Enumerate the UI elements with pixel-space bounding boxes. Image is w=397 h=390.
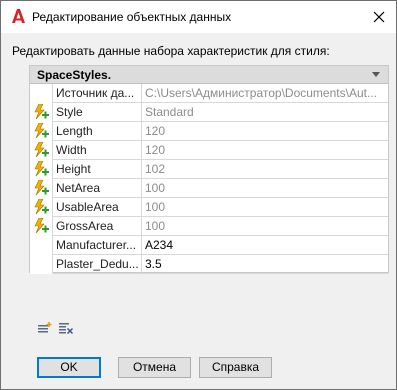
property-grid: SpaceStyles. Источник да... C:\Users\Адми… bbox=[29, 65, 389, 274]
auto-property-icon bbox=[32, 141, 50, 159]
property-name: Length bbox=[52, 122, 142, 141]
row-gutter bbox=[30, 236, 52, 255]
property-set-name: SpaceStyles. bbox=[37, 68, 112, 82]
property-rows: Источник да... C:\Users\Администратор\Doc… bbox=[30, 84, 388, 274]
help-button[interactable]: Справка bbox=[199, 357, 272, 378]
close-icon bbox=[373, 11, 385, 22]
auto-property-icon bbox=[32, 198, 50, 216]
ok-button[interactable]: OK bbox=[37, 357, 101, 378]
row-gutter bbox=[30, 255, 52, 274]
row-gutter bbox=[30, 160, 52, 179]
property-set-header[interactable]: SpaceStyles. bbox=[30, 66, 388, 84]
property-name: Height bbox=[52, 160, 142, 179]
dialog-window: Редактирование объектных данных Редактир… bbox=[0, 0, 397, 390]
property-name: Style bbox=[52, 103, 142, 122]
row-gutter bbox=[30, 122, 52, 141]
auto-property-icon bbox=[32, 179, 50, 197]
property-value: 100 bbox=[145, 219, 166, 233]
autocad-a-icon bbox=[10, 8, 26, 24]
property-value: 100 bbox=[145, 181, 166, 195]
property-name: Источник да... bbox=[52, 84, 142, 103]
row-gutter bbox=[30, 198, 52, 217]
property-row: Length 120 bbox=[30, 122, 388, 141]
property-row: Manufacturer... A234 bbox=[30, 236, 388, 255]
property-name: GrossArea bbox=[52, 217, 142, 236]
chevron-down-icon[interactable] bbox=[372, 72, 380, 77]
add-property-set-icon[interactable] bbox=[37, 321, 53, 335]
remove-property-set-icon[interactable] bbox=[58, 321, 74, 335]
title-bar: Редактирование объектных данных bbox=[1, 1, 396, 33]
close-button[interactable] bbox=[362, 1, 396, 32]
property-value: Standard bbox=[145, 105, 194, 119]
property-row: Style Standard bbox=[30, 103, 388, 122]
auto-property-icon bbox=[32, 217, 50, 235]
property-row: NetArea 100 bbox=[30, 179, 388, 198]
property-value: 102 bbox=[145, 162, 166, 176]
row-gutter bbox=[30, 179, 52, 198]
auto-property-icon bbox=[32, 160, 50, 178]
row-gutter bbox=[30, 217, 52, 236]
row-gutter bbox=[30, 103, 52, 122]
property-row: Width 120 bbox=[30, 141, 388, 160]
property-name: UsableArea bbox=[52, 198, 142, 217]
window-title: Редактирование объектных данных bbox=[32, 10, 232, 24]
property-row: Plaster_Dedu... 3.5 bbox=[30, 255, 388, 274]
property-name: NetArea bbox=[52, 179, 142, 198]
property-name: Plaster_Dedu... bbox=[52, 255, 142, 274]
property-value: 120 bbox=[145, 143, 166, 157]
row-gutter bbox=[30, 84, 52, 103]
property-value[interactable]: A234 bbox=[142, 236, 388, 255]
cancel-button[interactable]: Отмена bbox=[118, 357, 191, 378]
property-name: Width bbox=[52, 141, 142, 160]
property-value[interactable]: 3.5 bbox=[142, 255, 388, 274]
auto-property-icon bbox=[32, 103, 50, 121]
property-value: 120 bbox=[145, 124, 166, 138]
property-value: C:\Users\Администратор\Documents\Aut... bbox=[145, 86, 377, 100]
prompt-label: Редактировать данные набора характеристи… bbox=[12, 44, 330, 58]
property-row: Источник да... C:\Users\Администратор\Doc… bbox=[30, 84, 388, 103]
property-row: UsableArea 100 bbox=[30, 198, 388, 217]
property-row: GrossArea 100 bbox=[30, 217, 388, 236]
property-row: Height 102 bbox=[30, 160, 388, 179]
row-gutter bbox=[30, 141, 52, 160]
property-value: 100 bbox=[145, 200, 166, 214]
auto-property-icon bbox=[32, 122, 50, 140]
property-name: Manufacturer... bbox=[52, 236, 142, 255]
